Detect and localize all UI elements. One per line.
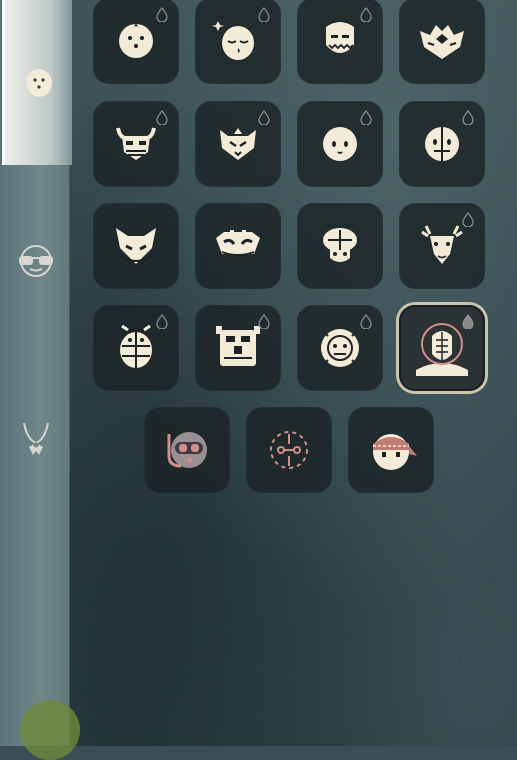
mask-slot[interactable] [297,0,383,84]
diving-mask-icon [167,432,207,468]
drop-icon [462,110,474,125]
mask-slot[interactable] [195,203,281,289]
decorative-leaf [20,700,80,760]
fox-mask-icon [116,228,156,264]
mask-slot[interactable] [93,101,179,187]
category-sidebar [0,0,80,760]
drop-icon [258,110,270,125]
mask-slot[interactable] [399,305,485,391]
mask-face-icon [25,68,52,97]
drop-icon [258,7,270,22]
drop-icon [360,110,372,125]
bandana-mask-icon [373,434,417,470]
mask-slot[interactable] [93,0,179,84]
mask-slot[interactable] [246,407,332,493]
mask-slot[interactable] [195,101,281,187]
mask-slot[interactable] [297,203,383,289]
glasses-icon [18,244,53,277]
mask-slot[interactable] [195,0,281,84]
drop-icon [360,314,372,329]
drop-icon [156,7,168,22]
tab-necklaces[interactable] [2,356,69,521]
drop-icon [156,110,168,125]
crown-mask-icon [420,25,464,59]
mask-slot[interactable] [93,203,179,289]
drop-icon [462,212,474,227]
mask-slot[interactable] [297,305,383,391]
drop-icon [258,314,270,329]
mask-slot[interactable] [399,203,485,289]
drop-icon [360,7,372,22]
drop-icon [156,314,168,329]
mask-slot[interactable] [399,101,485,187]
drop-icon [462,314,474,329]
mask-slot[interactable] [297,101,383,187]
necklace-icon [22,422,49,455]
mask-slot[interactable] [399,0,485,84]
tribal-mask-icon [216,230,260,256]
mask-slot[interactable] [195,305,281,391]
mask-slot[interactable] [348,407,434,493]
mushroom-mask-icon [323,228,357,262]
tab-masks[interactable] [2,0,72,165]
tab-glasses[interactable] [2,178,69,343]
mask-slot[interactable] [144,407,230,493]
target-mask-icon [270,431,308,469]
mask-slot[interactable] [93,305,179,391]
